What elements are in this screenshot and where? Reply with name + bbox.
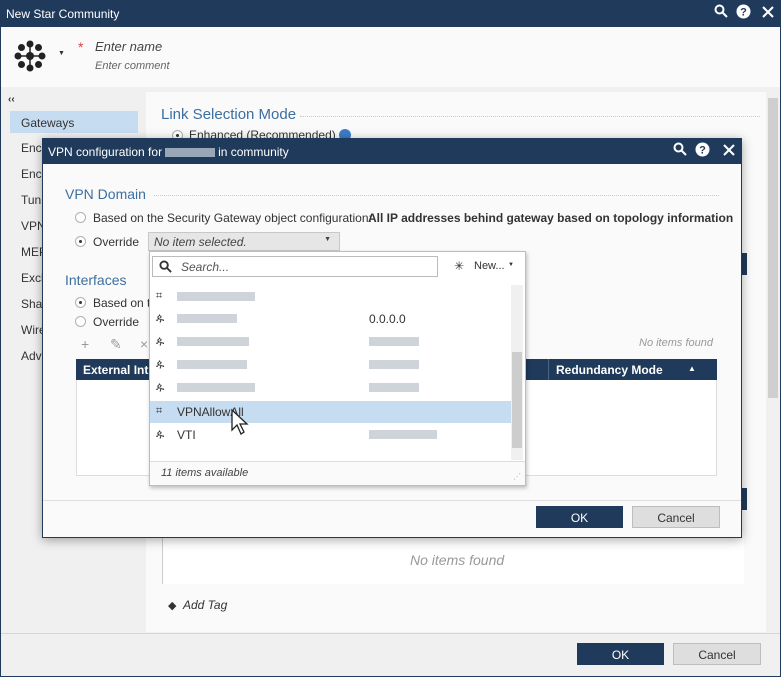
redacted-name [177, 314, 237, 323]
new-object-button[interactable]: ✳ New... ▼ [450, 256, 520, 277]
resize-grip-icon[interactable]: ⋰ [513, 472, 521, 481]
group-icon: ⌗ [156, 405, 163, 417]
search-icon [159, 260, 172, 276]
group-icon: ⌗ [156, 290, 163, 302]
remove-icon[interactable]: × [140, 336, 148, 352]
item-name: VTI [177, 428, 196, 442]
redacted-name [177, 292, 255, 301]
if-based-on-radio[interactable] [75, 297, 86, 308]
col-external[interactable]: External Int [83, 363, 148, 377]
dropdown-search-input[interactable]: Search... [152, 256, 438, 277]
list-item[interactable]: ዹ [150, 331, 511, 353]
dialog-ok-button[interactable]: OK [536, 506, 623, 528]
network-icon: ዹ [156, 428, 165, 440]
search-icon[interactable] [712, 4, 730, 22]
redacted-value [369, 360, 419, 369]
window-title: New Star Community [6, 7, 120, 21]
override-select-value: No item selected. [154, 235, 247, 249]
interfaces-title: Interfaces [65, 272, 127, 288]
network-icon: ዹ [156, 381, 165, 393]
main-scroll-thumb[interactable] [768, 98, 778, 398]
no-items-lower: No items found [410, 552, 505, 568]
network-icon: ዹ [156, 358, 165, 370]
dialog-search-icon[interactable] [671, 142, 689, 160]
required-mark: * [78, 39, 84, 55]
vpn-domain-title: VPN Domain [65, 186, 146, 202]
divider [300, 116, 760, 117]
svg-text:?: ? [740, 7, 747, 19]
main-ok-button[interactable]: OK [577, 643, 664, 665]
sort-asc-icon[interactable]: ▲ [688, 364, 696, 373]
item-value: 0.0.0.0 [369, 312, 406, 326]
based-on-label: Based on the Security Gateway object con… [93, 211, 372, 225]
if-based-on-label: Based on th [93, 296, 158, 310]
window-titlebar: New Star Community ? [0, 0, 781, 27]
based-on-value: All IP addresses behind gateway based on… [368, 211, 734, 225]
dropdown-scroll-thumb[interactable] [512, 352, 522, 448]
dropdown-footer: 11 items available ⋰ [150, 461, 525, 485]
sidebar-item-gateways[interactable]: Gateways [10, 111, 138, 133]
if-override-radio[interactable] [75, 316, 86, 327]
chevron-down-icon: ▼ [324, 236, 331, 243]
comment-input[interactable]: Enter comment [95, 60, 170, 72]
list-item-vti[interactable]: ዹ VTI [150, 424, 511, 446]
new-star-icon: ✳ [454, 259, 465, 273]
dialog-footer-divider [43, 500, 741, 501]
name-input[interactable]: Enter name [95, 39, 162, 54]
new-label: New... [474, 260, 505, 272]
close-icon[interactable] [759, 4, 777, 22]
svg-text:?: ? [699, 145, 706, 157]
redacted-name [177, 337, 249, 346]
redacted-value [369, 337, 419, 346]
help-icon[interactable]: ? [734, 4, 752, 22]
header-area [1, 27, 780, 87]
add-icon[interactable]: + [81, 336, 89, 352]
divider [154, 195, 719, 196]
redacted-value [369, 383, 419, 392]
dialog-titlebar: VPN configuration for in community ? [43, 139, 741, 164]
edit-icon[interactable]: ✎ [110, 336, 122, 353]
redacted-name [177, 383, 255, 392]
collapse-sidebar-icon[interactable]: ‹‹ [8, 94, 15, 105]
search-placeholder: Search... [181, 260, 230, 274]
no-items-found: No items found [639, 337, 713, 349]
list-item[interactable]: ዹ [150, 377, 511, 399]
col-divider [548, 359, 549, 380]
if-override-label: Override [93, 315, 140, 329]
redacted-value [369, 430, 437, 439]
mouse-cursor-icon [230, 408, 250, 439]
chevron-down-icon: ▼ [508, 262, 514, 268]
override-select[interactable]: No item selected. ▼ [148, 232, 340, 251]
network-icon: ዹ [156, 335, 165, 347]
dialog-cancel-button[interactable]: Cancel [632, 506, 720, 528]
tag-icon[interactable]: ◆ [168, 599, 176, 612]
col-redundancy[interactable]: Redundancy Mode [556, 363, 663, 377]
override-label: Override [93, 235, 140, 249]
based-on-radio[interactable] [75, 212, 86, 223]
redacted-name [177, 360, 247, 369]
items-count: 11 items available [161, 467, 249, 479]
add-tag-link[interactable]: Add Tag [183, 598, 227, 612]
override-radio[interactable] [75, 236, 86, 247]
list-item[interactable]: ⌗ [150, 286, 511, 308]
link-selection-title: Link Selection Mode [161, 106, 297, 123]
dialog-title: VPN configuration for in community [48, 145, 289, 159]
dialog-close-icon[interactable] [720, 142, 738, 160]
main-cancel-button[interactable]: Cancel [673, 643, 761, 665]
list-item[interactable]: ዹ [150, 354, 511, 376]
star-community-icon[interactable] [12, 38, 48, 74]
list-item[interactable]: ዹ 0.0.0.0 [150, 308, 511, 330]
icon-dropdown-arrow-icon[interactable]: ▼ [58, 50, 65, 57]
list-item-vpnallowall[interactable]: ⌗ VPNAllowAll [150, 401, 511, 423]
network-icon: ዹ [156, 312, 165, 324]
redacted-gateway-name [165, 148, 216, 158]
dialog-help-icon[interactable]: ? [693, 142, 711, 160]
